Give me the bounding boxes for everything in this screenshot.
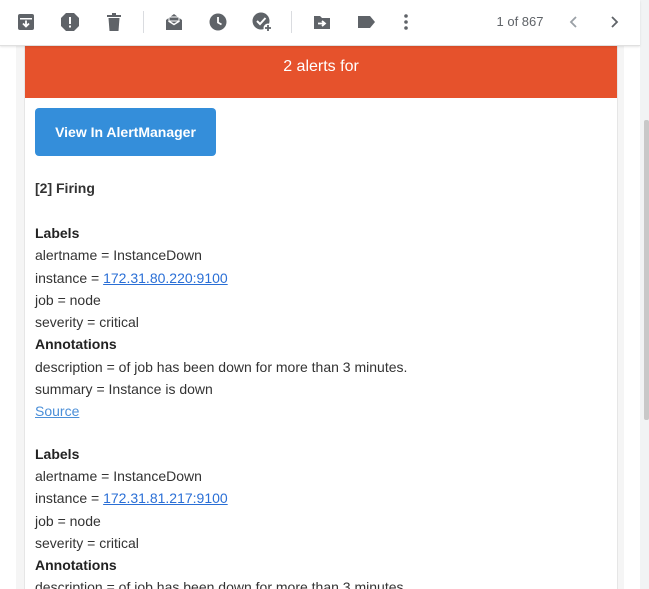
source-row: Source [35,400,607,422]
firing-heading: [2] Firing [35,180,95,196]
move-to-icon[interactable] [310,10,334,34]
alert-email-card: 2 alerts for View In AlertManager [2] Fi… [24,45,618,589]
labels-heading: Labels [35,445,80,462]
archive-icon[interactable] [14,10,38,34]
label-instance: instance = 172.31.80.220:9100 [35,267,607,289]
instance-link[interactable]: 172.31.81.217:9100 [103,490,228,506]
report-spam-icon[interactable] [58,10,82,34]
labels-heading: Labels [35,225,80,241]
view-in-alertmanager-button[interactable]: View In AlertManager [35,108,216,156]
chevron-right-icon[interactable] [602,10,626,34]
alert-block: Labels alertname = InstanceDown instance… [35,443,607,589]
annotation-description: description = of job has been down for m… [35,579,408,589]
label-alertname: alertname = InstanceDown [35,467,202,484]
snooze-icon[interactable] [206,10,230,34]
instance-link[interactable]: 172.31.80.220:9100 [103,270,228,286]
annotation-summary: summary = Instance is down [35,381,213,398]
annotations-heading: Annotations [35,557,117,574]
more-icon[interactable] [394,10,418,34]
scrollbar-thumb[interactable] [644,120,649,420]
source-link[interactable]: Source [35,403,79,419]
label-instance-prefix: instance = [35,490,104,507]
label-alertname: alertname = InstanceDown [35,247,202,264]
label-icon[interactable] [354,10,378,34]
label-instance-prefix: instance = [35,269,104,286]
email-toolbar: 1 of 867 [0,0,640,46]
annotation-description: description = of job has been down for m… [35,358,408,375]
label-instance: instance = 172.31.81.217:9100 [35,487,607,509]
label-severity: severity = critical [35,534,139,551]
label-job: job = node [35,512,101,529]
label-severity: severity = critical [35,314,139,331]
delete-icon[interactable] [102,10,126,34]
alert-block: Labels alertname = InstanceDown instance… [35,222,607,423]
chevron-left-icon[interactable] [562,10,586,34]
annotations-heading: Annotations [35,336,117,353]
mark-unread-icon[interactable] [162,10,186,34]
alert-banner: 2 alerts for [25,45,617,98]
add-to-tasks-icon[interactable] [250,10,274,34]
alert-content: View In AlertManager [2] Firing Labels a… [25,98,617,589]
toolbar-divider [143,11,144,33]
pager-count: 1 of 867 [496,14,544,29]
toolbar-divider [291,11,292,33]
label-job: job = node [35,291,101,308]
